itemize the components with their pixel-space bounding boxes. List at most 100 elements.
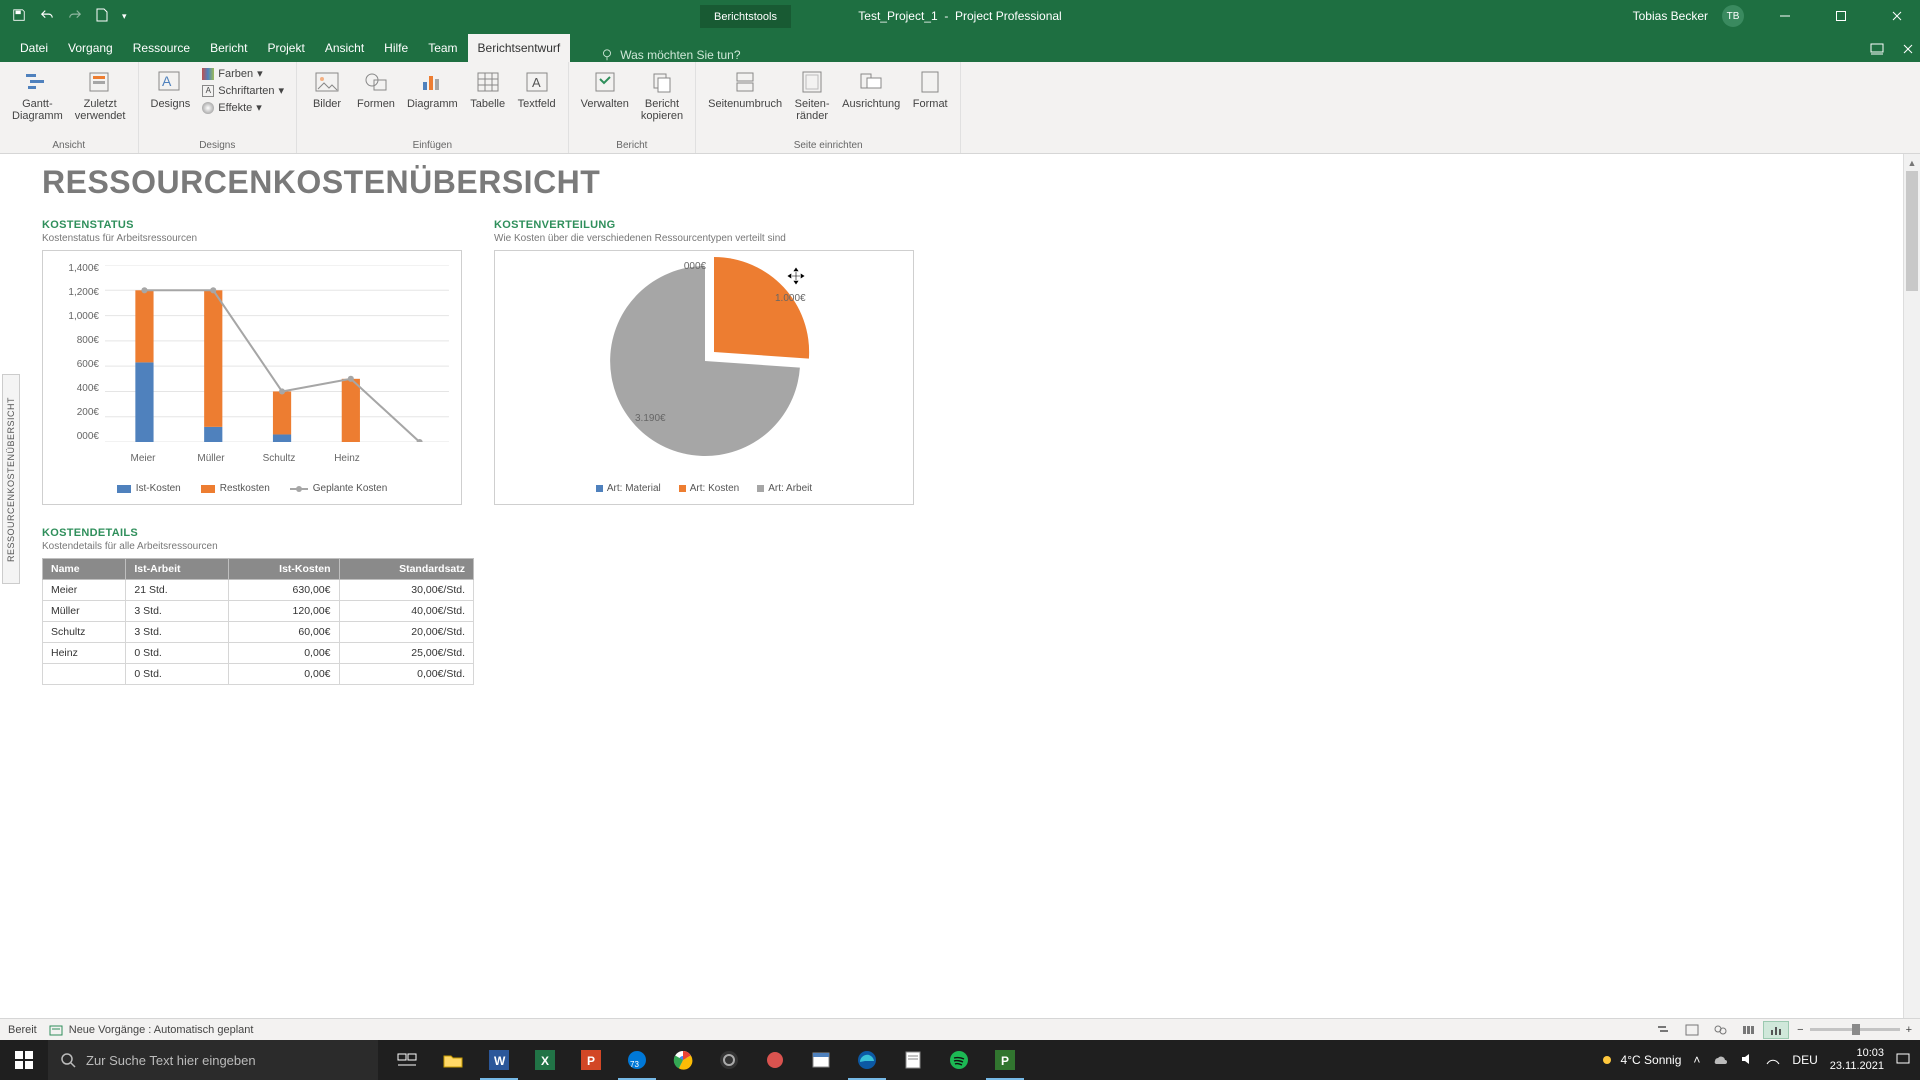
weather-widget[interactable]: 4°C Sonnig	[1599, 1052, 1682, 1068]
tab-bericht[interactable]: Bericht	[200, 34, 257, 62]
colors-button[interactable]: Farben ▾	[198, 66, 288, 81]
powerpoint-icon[interactable]: P	[568, 1040, 614, 1080]
gantt-chart-button[interactable]: Gantt- Diagramm	[8, 66, 67, 124]
edge-icon[interactable]	[844, 1040, 890, 1080]
themes-button[interactable]: A Designs	[147, 66, 195, 112]
svg-text:A: A	[162, 73, 172, 89]
view-task-icon[interactable]	[1679, 1021, 1705, 1039]
view-side-tab[interactable]: RESSOURCENKOSTENÜBERSICHT	[2, 374, 20, 584]
zoom-slider[interactable]: − +	[1797, 1024, 1912, 1036]
edge-legacy-icon[interactable]: 73	[614, 1040, 660, 1080]
group-label-designs: Designs	[147, 138, 289, 151]
margins-button[interactable]: Seiten- ränder	[790, 66, 834, 124]
view-resource-icon[interactable]	[1735, 1021, 1761, 1039]
project-icon[interactable]: P	[982, 1040, 1028, 1080]
save-icon[interactable]	[12, 8, 26, 25]
tray-clock[interactable]: 10:03 23.11.2021	[1830, 1047, 1884, 1073]
tab-hilfe[interactable]: Hilfe	[374, 34, 418, 62]
task-view-icon[interactable]	[384, 1040, 430, 1080]
auto-schedule-icon	[49, 1024, 63, 1036]
table-button[interactable]: Tabelle	[466, 66, 510, 112]
effects-button[interactable]: Effekte ▾	[198, 100, 288, 115]
cost-status-chart[interactable]: 1,400€ 1,200€ 1,000€ 800€ 600€ 400€ 200€…	[42, 250, 462, 505]
spotify-icon[interactable]	[936, 1040, 982, 1080]
excel-icon[interactable]: X	[522, 1040, 568, 1080]
window-close-alt-icon[interactable]	[1902, 43, 1914, 58]
ytick: 200€	[49, 407, 99, 418]
chart-button[interactable]: Diagramm	[403, 66, 462, 112]
view-team-icon[interactable]	[1707, 1021, 1733, 1039]
table-row[interactable]: Heinz0 Std.0,00€25,00€/Std.	[43, 643, 474, 664]
tray-volume-icon[interactable]	[1740, 1052, 1754, 1069]
undo-icon[interactable]	[40, 8, 54, 25]
table-row[interactable]: Müller3 Std.120,00€40,00€/Std.	[43, 601, 474, 622]
shapes-button[interactable]: Formen	[353, 66, 399, 112]
table-row[interactable]: Meier21 Std.630,00€30,00€/Std.	[43, 580, 474, 601]
page-break-button[interactable]: Seitenumbruch	[704, 66, 786, 112]
fonts-button[interactable]: ASchriftarten ▾	[198, 83, 288, 98]
taskbar-search[interactable]: Zur Suche Text hier eingeben	[48, 1040, 378, 1080]
zoom-out-icon[interactable]: −	[1797, 1024, 1803, 1036]
tell-me-search[interactable]: Was möchten Sie tun?	[600, 48, 740, 62]
redo-icon[interactable]	[68, 8, 82, 25]
view-report-icon[interactable]	[1763, 1021, 1789, 1039]
word-icon[interactable]: W	[476, 1040, 522, 1080]
start-button[interactable]	[0, 1040, 48, 1080]
status-title: KOSTENSTATUS	[42, 219, 462, 231]
table-row[interactable]: 0 Std.0,00€0,00€/Std.	[43, 664, 474, 685]
cost-details-table[interactable]: Name Ist-Arbeit Ist-Kosten Standardsatz …	[42, 558, 474, 685]
tray-network-icon[interactable]	[1766, 1053, 1780, 1068]
sun-icon	[1599, 1052, 1615, 1068]
recently-used-button[interactable]: Zuletzt verwendet	[71, 66, 130, 124]
ribbon-display-icon[interactable]	[1870, 43, 1884, 58]
xtick: Heinz	[317, 453, 377, 464]
minimize-button[interactable]	[1762, 0, 1808, 32]
scroll-thumb[interactable]	[1906, 171, 1918, 291]
images-button[interactable]: Bilder	[305, 66, 349, 112]
maximize-button[interactable]	[1818, 0, 1864, 32]
vertical-scrollbar[interactable]: ▲ ▼	[1903, 154, 1920, 1036]
window-title: Test_Project_1 - Project Professional	[858, 9, 1061, 23]
tab-team[interactable]: Team	[418, 34, 467, 62]
pie-label-kosten: 1.000€	[775, 293, 806, 304]
tab-vorgang[interactable]: Vorgang	[58, 34, 123, 62]
textbox-button[interactable]: ATextfeld	[514, 66, 560, 112]
bar-plot-svg	[105, 265, 449, 442]
copy-report-button[interactable]: Bericht kopieren	[637, 66, 687, 124]
explorer-icon[interactable]	[430, 1040, 476, 1080]
page-icon[interactable]	[96, 8, 108, 25]
tray-onedrive-icon[interactable]	[1712, 1053, 1728, 1068]
chrome-icon[interactable]	[660, 1040, 706, 1080]
tab-projekt[interactable]: Projekt	[257, 34, 314, 62]
size-button[interactable]: Format	[908, 66, 952, 112]
recent-icon	[86, 68, 114, 96]
ytick: 1,400€	[49, 263, 99, 274]
notepad-icon[interactable]	[890, 1040, 936, 1080]
size-icon	[916, 68, 944, 96]
table-row[interactable]: Schultz3 Std.60,00€20,00€/Std.	[43, 622, 474, 643]
ytick: 000€	[49, 431, 99, 442]
close-button[interactable]	[1874, 0, 1920, 32]
dist-title: KOSTENVERTEILUNG	[494, 219, 914, 231]
view-gantt-icon[interactable]	[1651, 1021, 1677, 1039]
app-window-icon[interactable]	[798, 1040, 844, 1080]
report-page[interactable]: RESSOURCENKOSTENÜBERSICHT KOSTENSTATUS K…	[24, 154, 1902, 1036]
tab-ressource[interactable]: Ressource	[123, 34, 200, 62]
zoom-in-icon[interactable]: +	[1906, 1024, 1912, 1036]
tab-berichtsentwurf[interactable]: Berichtsentwurf	[468, 34, 571, 62]
user-avatar[interactable]: TB	[1722, 5, 1744, 27]
app-generic-icon[interactable]	[752, 1040, 798, 1080]
orientation-button[interactable]: Ausrichtung	[838, 66, 904, 112]
tray-chevron-icon[interactable]: ˄	[1693, 1053, 1700, 1067]
manage-button[interactable]: Verwalten	[577, 66, 633, 112]
obs-icon[interactable]	[706, 1040, 752, 1080]
cost-distribution-chart[interactable]: 000€ 1.000€ 3.190€ Art: Material Art: Ko…	[494, 250, 914, 505]
title-bar: ▾ Berichtstools Test_Project_1 - Project…	[0, 0, 1920, 32]
user-name[interactable]: Tobias Becker	[1633, 9, 1708, 23]
tab-ansicht[interactable]: Ansicht	[315, 34, 374, 62]
qat-customize-icon[interactable]: ▾	[122, 11, 127, 22]
tab-datei[interactable]: Datei	[10, 34, 58, 62]
tray-notifications-icon[interactable]	[1896, 1052, 1910, 1069]
tray-language[interactable]: DEU	[1792, 1053, 1817, 1067]
scroll-up-icon[interactable]: ▲	[1904, 154, 1920, 171]
